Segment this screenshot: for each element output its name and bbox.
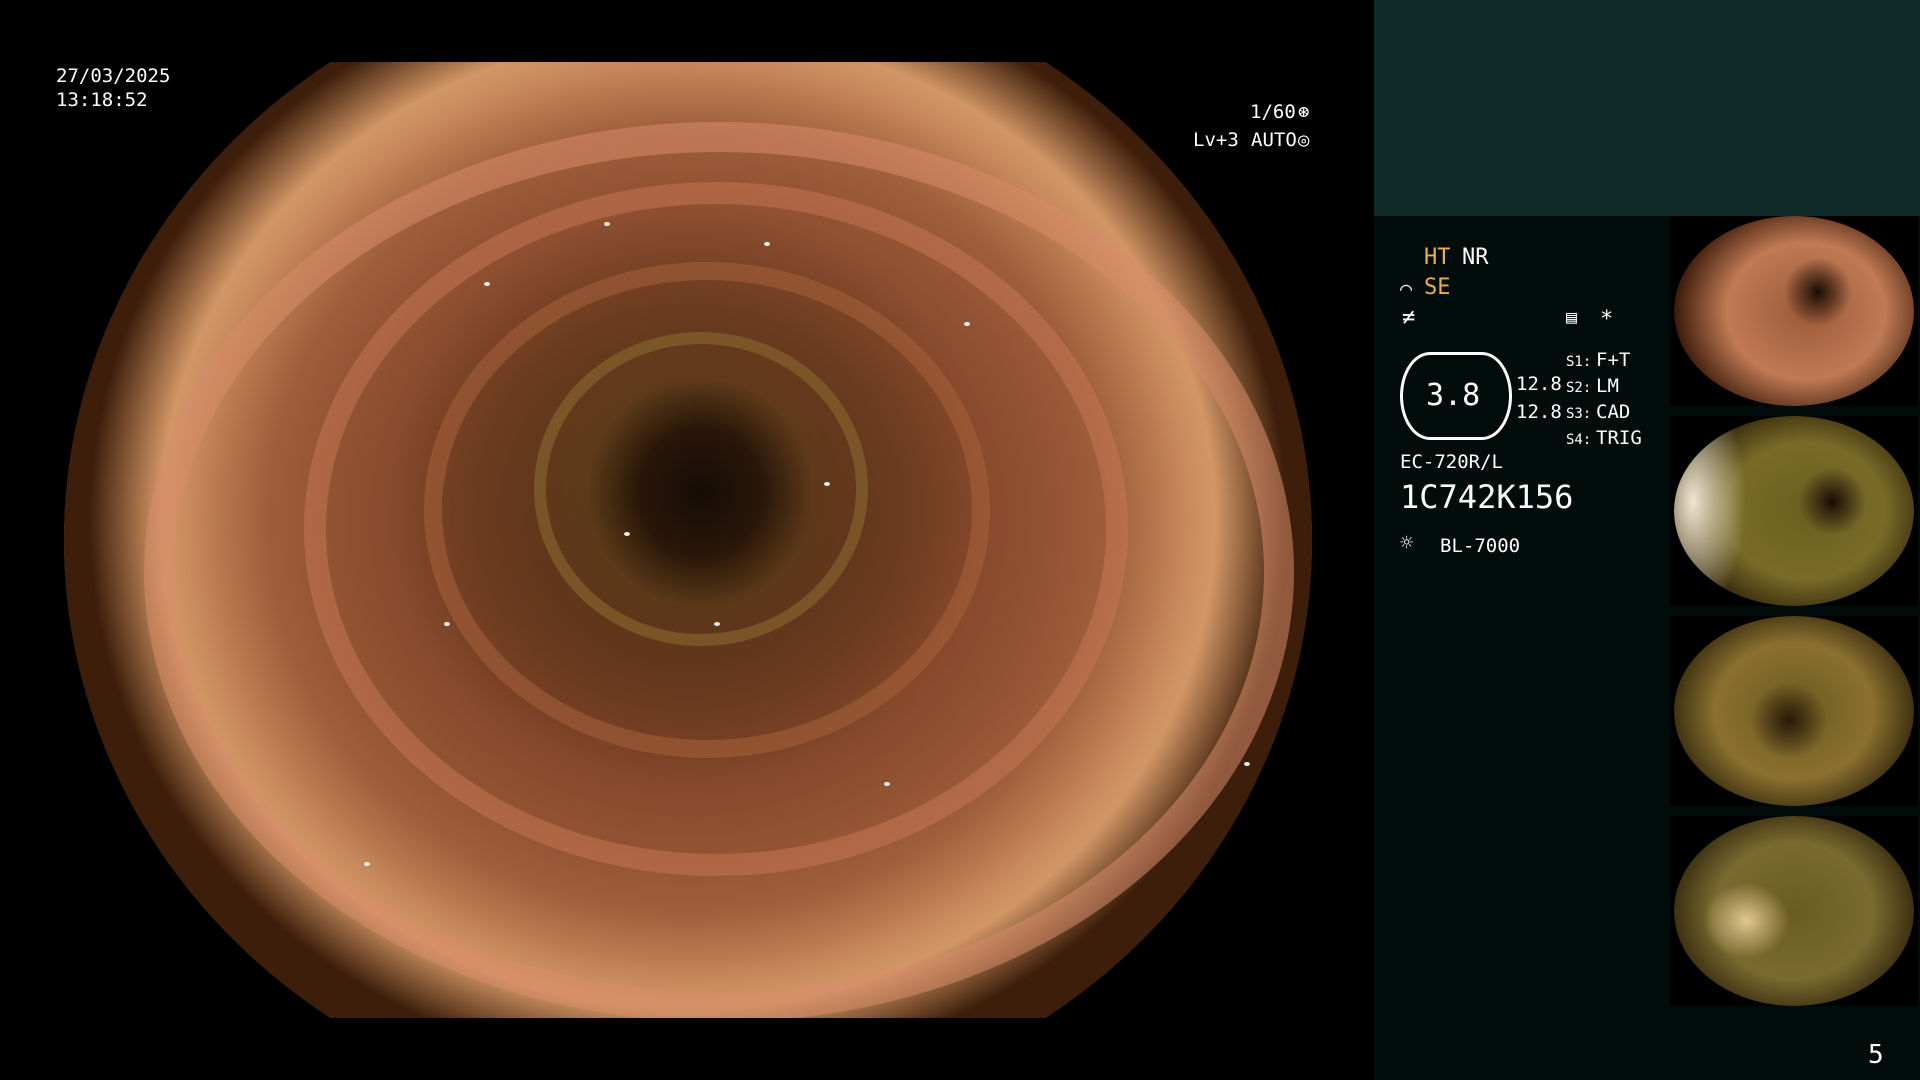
readout-2: 12.8 [1516, 401, 1562, 423]
light-level: Lv+3 [1193, 129, 1239, 151]
scope-model: EC-720R/L [1400, 451, 1503, 473]
page-number: 5 [1868, 1040, 1884, 1070]
endoscope-main-view [64, 62, 1312, 1018]
structure-enhance-icon: ⌒ [1400, 276, 1413, 300]
captured-thumbnail[interactable] [1670, 816, 1918, 1006]
s4-value: TRIG [1596, 427, 1642, 449]
s2-label: S2: [1566, 380, 1592, 396]
captured-thumbnail[interactable] [1670, 216, 1918, 406]
s3-value: CAD [1596, 401, 1631, 423]
record-icon: ▤ [1566, 307, 1577, 328]
se-indicator: SE [1424, 275, 1451, 300]
light-source-icon: ☼ [1400, 531, 1414, 556]
iris-icon: ◎ [1298, 129, 1310, 151]
s1-label: S1: [1566, 354, 1592, 370]
captured-thumbnail[interactable] [1670, 416, 1918, 606]
scope-serial: 1C742K156 [1400, 478, 1574, 516]
s1-value: F+T [1596, 349, 1631, 371]
shutter-speed: 1/60 [1250, 101, 1296, 123]
s3-label: S3: [1566, 406, 1592, 422]
date-label: 27/03/2025 [56, 65, 171, 87]
side-panel-header [1374, 0, 1920, 216]
readout-1: 12.8 [1516, 373, 1562, 395]
ht-indicator: HT [1424, 245, 1451, 270]
s2-value: LM [1596, 375, 1619, 397]
light-source-label: BL-7000 [1440, 535, 1521, 557]
gauge-value: 3.8 [1426, 378, 1481, 413]
shutter-icon: ⊛ [1298, 101, 1310, 123]
freeze-icon: ≠ [1402, 305, 1416, 330]
star-indicator: * [1600, 307, 1614, 332]
nr-indicator: NR [1462, 245, 1489, 270]
s4-label: S4: [1566, 432, 1592, 448]
iris-mode: AUTO [1251, 129, 1297, 151]
captured-thumbnail[interactable] [1670, 616, 1918, 806]
time-label: 13:18:52 [56, 89, 148, 111]
